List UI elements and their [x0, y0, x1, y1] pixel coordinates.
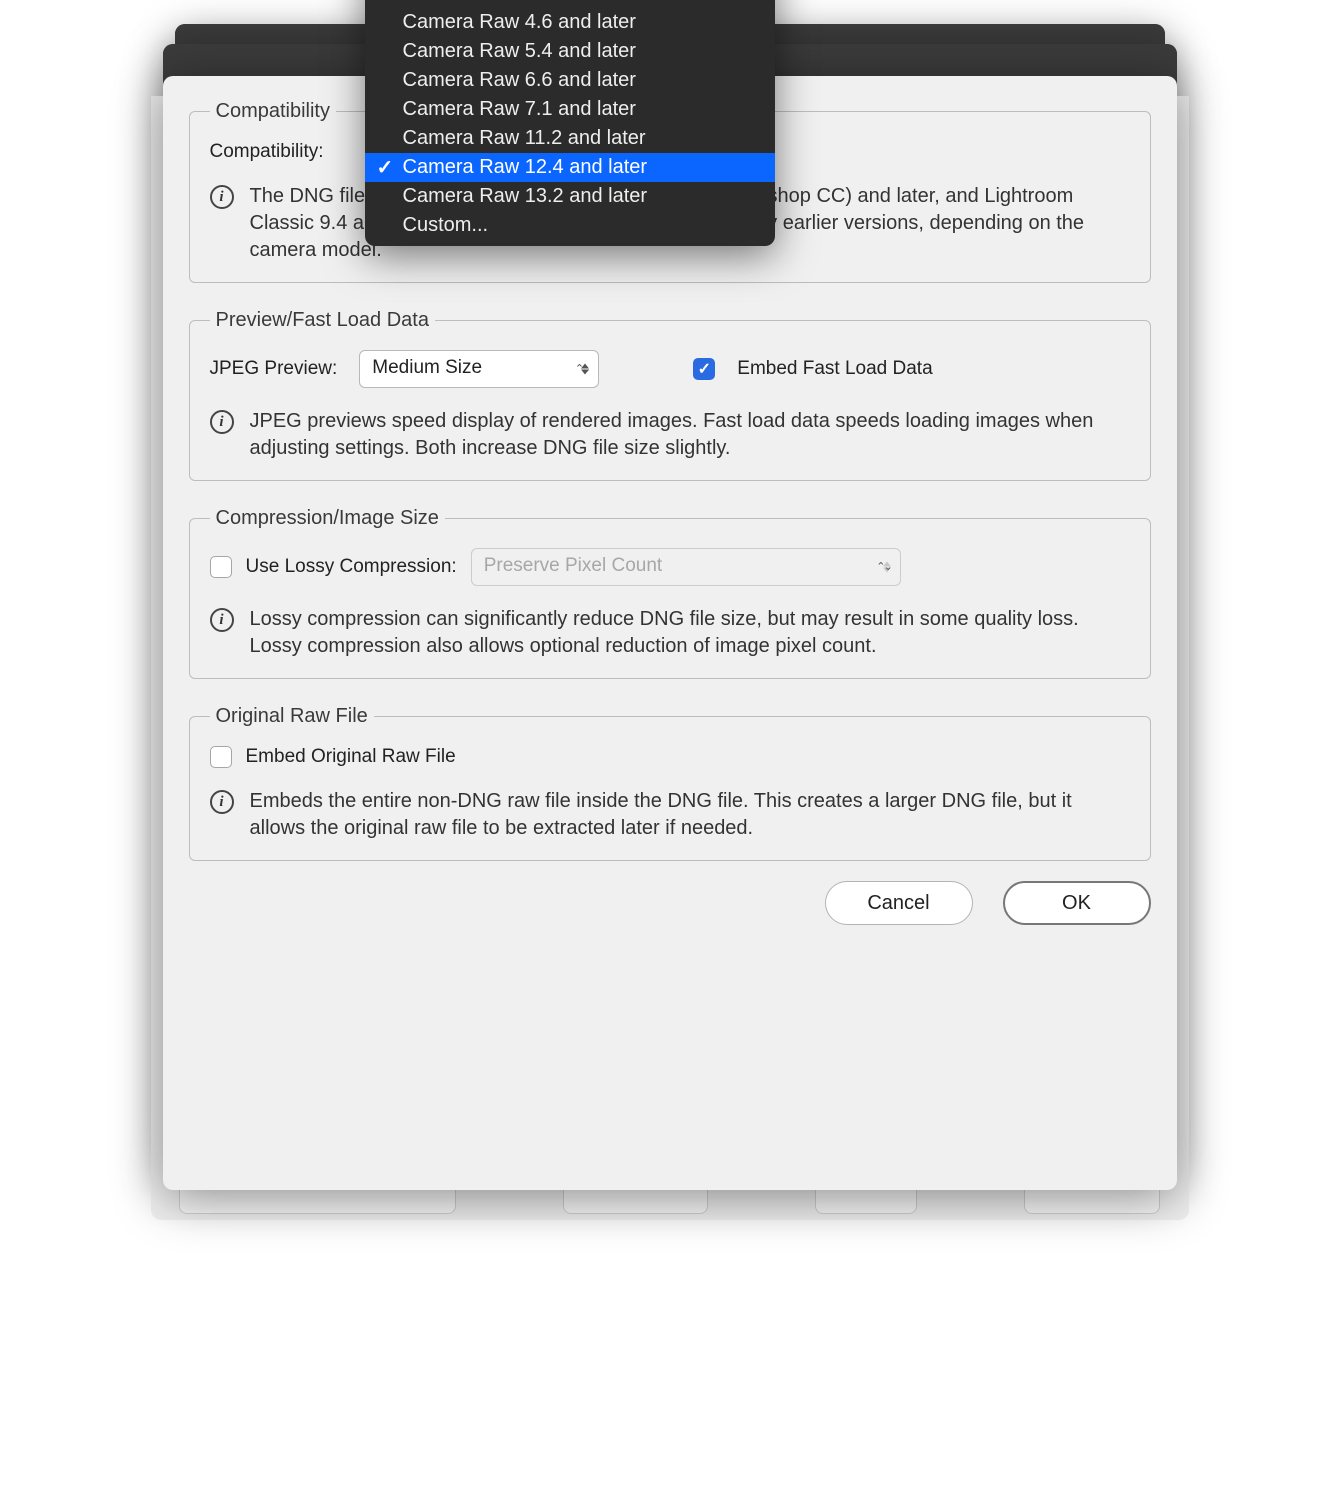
- compression-group: Compression/Image Size Use Lossy Compres…: [189, 507, 1151, 679]
- compression-legend: Compression/Image Size: [210, 507, 445, 530]
- original-raw-info: Embeds the entire non-DNG raw file insid…: [250, 788, 1130, 842]
- lossy-compression-checkbox[interactable]: [210, 556, 232, 578]
- embed-original-checkbox[interactable]: [210, 746, 232, 768]
- preview-legend: Preview/Fast Load Data: [210, 309, 435, 332]
- embed-fast-load-label: Embed Fast Load Data: [737, 358, 932, 380]
- compatibility-option[interactable]: Camera Raw 11.2 and later: [365, 124, 775, 153]
- compatibility-legend: Compatibility: [210, 100, 336, 123]
- compatibility-option[interactable]: Camera Raw 7.1 and later: [365, 95, 775, 124]
- info-icon: i: [210, 608, 234, 632]
- compatibility-option[interactable]: Camera Raw 4.6 and later: [365, 8, 775, 37]
- jpeg-preview-select[interactable]: Medium Size: [359, 350, 599, 388]
- preview-group: Preview/Fast Load Data JPEG Preview: Med…: [189, 309, 1151, 481]
- compatibility-option[interactable]: Camera Raw 4.1 and later: [365, 0, 775, 8]
- lossy-compression-label: Use Lossy Compression:: [246, 556, 457, 578]
- jpeg-preview-label: JPEG Preview:: [210, 358, 338, 380]
- embed-original-label: Embed Original Raw File: [246, 746, 456, 768]
- info-icon: i: [210, 410, 234, 434]
- info-icon: i: [210, 790, 234, 814]
- compatibility-option[interactable]: Camera Raw 5.4 and later: [365, 37, 775, 66]
- info-icon: i: [210, 185, 234, 209]
- embed-fast-load-checkbox[interactable]: [693, 358, 715, 380]
- compression-info: Lossy compression can significantly redu…: [250, 606, 1130, 660]
- original-raw-legend: Original Raw File: [210, 705, 374, 728]
- compatibility-option[interactable]: Camera Raw 13.2 and later: [365, 182, 775, 211]
- compatibility-dropdown[interactable]: Camera Raw 2.4 and laterCamera Raw 4.1 a…: [365, 0, 775, 246]
- original-raw-group: Original Raw File Embed Original Raw Fil…: [189, 705, 1151, 861]
- ok-button[interactable]: OK: [1003, 881, 1151, 925]
- compatibility-option[interactable]: Camera Raw 12.4 and later: [365, 153, 775, 182]
- pixel-count-select: Preserve Pixel Count: [471, 548, 901, 586]
- compatibility-option[interactable]: Camera Raw 6.6 and later: [365, 66, 775, 95]
- cancel-button[interactable]: Cancel: [825, 881, 973, 925]
- compatibility-option[interactable]: Custom...: [365, 211, 775, 240]
- preview-info: JPEG previews speed display of rendered …: [250, 408, 1130, 462]
- compatibility-label: Compatibility:: [210, 141, 324, 163]
